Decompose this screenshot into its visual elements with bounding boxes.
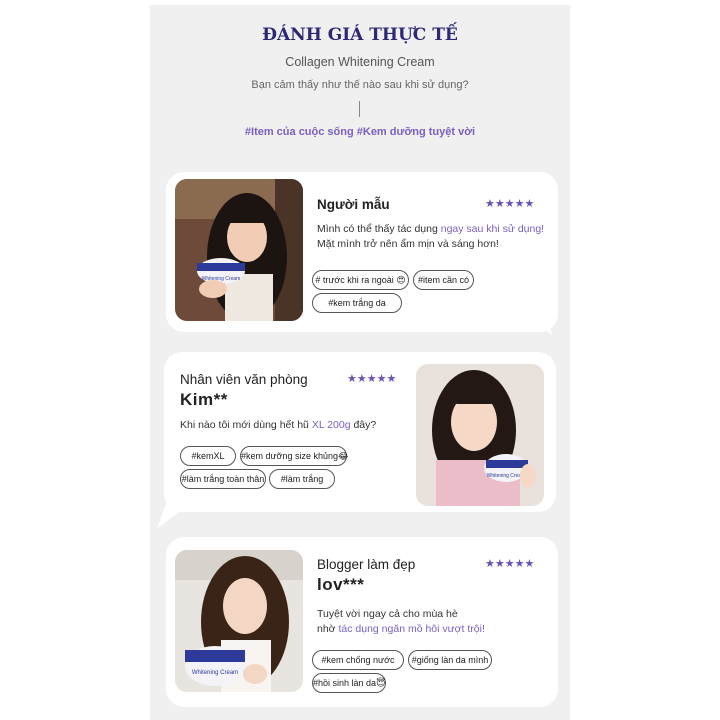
hashtag-chip[interactable]: #làm trắng: [269, 469, 335, 489]
star-rating: ★★★★★: [485, 558, 535, 570]
reviewer-name: Nhân viên văn phòng: [180, 372, 308, 387]
review-page: ĐÁNH GIÁ THỰC TẾ Collagen Whitening Crea…: [150, 5, 570, 720]
page-title: ĐÁNH GIÁ THỰC TẾ: [262, 25, 458, 45]
hashtag-chip[interactable]: #giống làn da mình: [408, 650, 492, 670]
divider: [359, 101, 360, 117]
review-card: Nhân viên văn phòng ★★★★★ Kim** Khi nào …: [164, 352, 556, 512]
jar-label: Whitening Cream: [487, 473, 526, 479]
hashtag-chip[interactable]: #hồi sinh làn da😇: [312, 673, 386, 693]
reviewer-photo: Whitening Cream: [175, 550, 303, 692]
hashtag-chip[interactable]: #item cần có: [413, 270, 474, 290]
review-text: Khi nào tôi mới dùng hết hũ XL 200g đây?: [180, 419, 377, 431]
review-text: Mình có thể thấy tác dụng ngay sau khi s…: [317, 223, 545, 250]
hashtag-chip[interactable]: #làm trắng toàn thân: [180, 469, 266, 489]
review-text: Tuyệt vời ngay cả cho mùa hè nhờ tác dụn…: [317, 608, 485, 635]
review-card: Whitening Cream Người mẫu ★★★★★ Mình có …: [166, 172, 558, 332]
hashtag-chip[interactable]: #kem chống nước: [312, 650, 404, 670]
jar-label: Whitening Cream: [192, 670, 238, 676]
reviewer-handle: lov***: [317, 575, 365, 594]
reviewer-name: Blogger làm đẹp: [317, 557, 416, 572]
reviewer-handle: Kim**: [180, 390, 228, 409]
question-text: Bạn cảm thấy như thế nào sau khi sử dụng…: [251, 79, 469, 91]
reviewer-photo: Whitening Cream: [416, 364, 544, 506]
hashtag-chip[interactable]: #kem dưỡng size khủng😂: [240, 446, 349, 466]
reviewer-name: Người mẫu: [317, 197, 390, 212]
review-card: Whitening Cream Blogger làm đẹp ★★★★★ lo…: [166, 537, 558, 707]
star-rating: ★★★★★: [485, 198, 535, 210]
hashtag-chip[interactable]: # trước khi ra ngoài 😍: [312, 270, 409, 290]
reviewer-photo: Whitening Cream: [175, 179, 303, 321]
star-rating: ★★★★★: [347, 373, 397, 385]
product-name: Collagen Whitening Cream: [285, 55, 435, 69]
hashtag-chip[interactable]: #kemXL: [180, 446, 236, 466]
header-hashtags: #Item của cuộc sống #Kem dưỡng tuyệt vời: [244, 126, 476, 138]
hashtag-chip[interactable]: #kem trắng da: [312, 293, 402, 313]
